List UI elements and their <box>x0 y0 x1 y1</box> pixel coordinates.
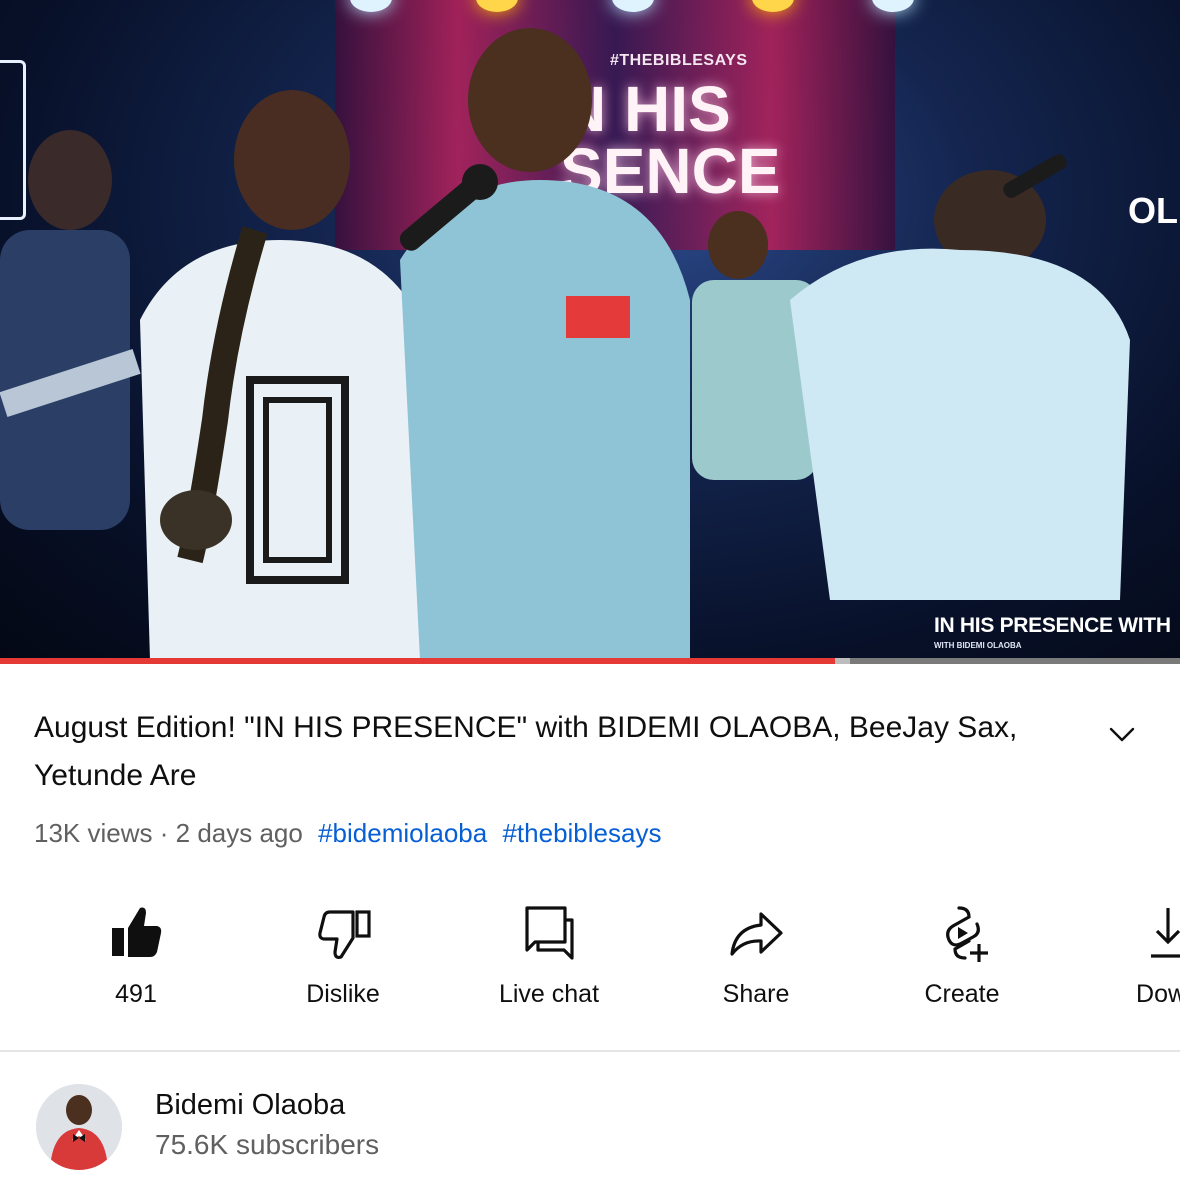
live-chat-button[interactable]: Live chat <box>449 900 649 1020</box>
section-divider <box>0 1050 1180 1052</box>
create-button[interactable]: Create <box>862 900 1062 1020</box>
live-chat-icon <box>525 906 574 960</box>
create-label: Create <box>924 980 1000 1008</box>
action-bar: 491 Dislike Live chat Share Create Dow <box>0 900 1180 1020</box>
thumbs-down-icon <box>318 910 371 960</box>
view-count: 13K views <box>34 818 153 848</box>
share-button[interactable]: Share <box>656 900 856 1020</box>
live-chat-label: Live chat <box>498 980 600 1008</box>
avatar-image <box>36 1084 122 1170</box>
video-played-bar <box>0 658 836 664</box>
video-buffered-bar <box>835 658 850 664</box>
subscriber-count: 75.6K subscribers <box>155 1129 380 1160</box>
video-progress-bar[interactable] <box>0 658 1180 664</box>
download-icon <box>1151 908 1180 958</box>
video-title[interactable]: August Edition! "IN HIS PRESENCE" with B… <box>34 704 1094 800</box>
download-label: Down <box>1136 980 1180 1008</box>
create-icon <box>946 906 988 962</box>
share-icon <box>730 912 783 956</box>
video-overlay-subcaption: WITH BIDEMI OLAOBA <box>934 641 1022 650</box>
video-player[interactable]: #THEBIBLESAYS N HIS SENCE OL IN HIS PRES… <box>0 0 1180 664</box>
share-label: Share <box>722 980 790 1008</box>
chevron-down-icon[interactable] <box>1106 718 1138 750</box>
like-button[interactable]: 491 <box>36 900 236 1020</box>
like-count: 491 <box>115 980 157 1008</box>
upload-age: 2 days ago <box>175 818 303 848</box>
avatar[interactable] <box>36 1084 122 1170</box>
channel-name[interactable]: Bidemi Olaoba <box>155 1089 345 1122</box>
thumbs-up-filled-icon <box>112 907 162 957</box>
video-metadata: 13K views · 2 days ago #bidemiolaoba #th… <box>34 818 661 849</box>
meta-separator: · <box>159 818 169 848</box>
hashtag-link[interactable]: #thebiblesays <box>502 818 661 848</box>
dislike-button[interactable]: Dislike <box>243 900 443 1020</box>
dislike-label: Dislike <box>306 980 380 1008</box>
video-overlay-caption: IN HIS PRESENCE WITH <box>934 614 1171 637</box>
performers-scene <box>0 28 1130 660</box>
hashtag-link[interactable]: #bidemiolaoba <box>318 818 487 848</box>
download-button[interactable]: Down <box>1068 900 1180 1020</box>
